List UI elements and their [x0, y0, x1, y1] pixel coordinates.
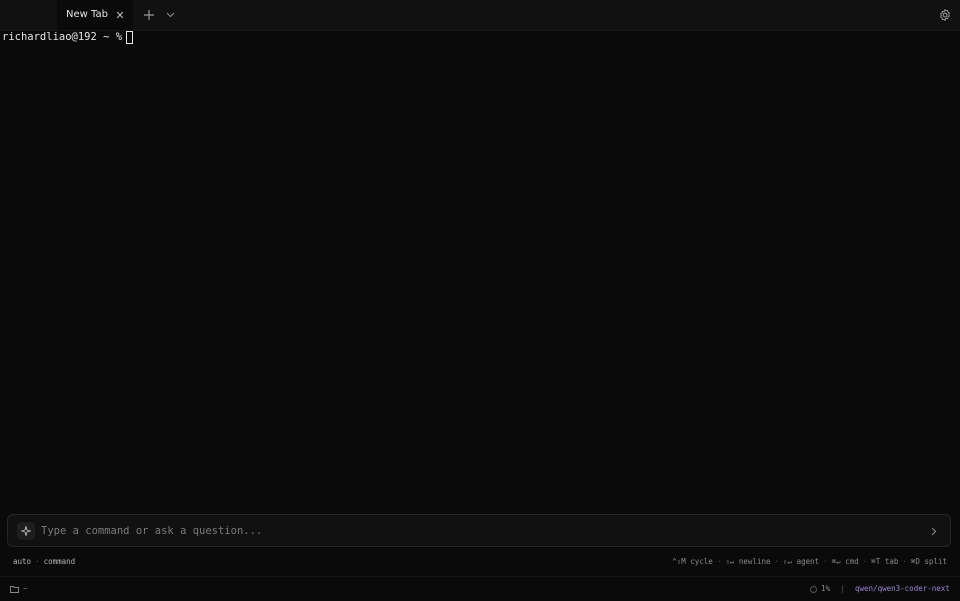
mode-separator: ·	[35, 557, 40, 566]
plus-icon[interactable]	[141, 6, 157, 24]
progress-ring-icon	[810, 585, 817, 593]
sparkle-icon[interactable]	[17, 522, 35, 540]
shortcut-hint: ⌘↵ cmd	[832, 556, 859, 568]
model-selector[interactable]: qwen/qwen3-coder-next	[855, 577, 950, 601]
shortcut-hint: ⇧↵ agent	[783, 556, 819, 568]
tab-new-tab[interactable]: New Tab ✕	[57, 0, 133, 30]
shortcut-keys: ⌘D	[910, 557, 920, 566]
shortcut-keys: ⌘T	[871, 557, 881, 566]
terminal-cursor	[126, 30, 134, 44]
shortcut-keys: ⇧↵	[725, 557, 735, 566]
shortcut-hint: ⇧↵ newline	[725, 556, 770, 568]
shortcut-label: cmd	[845, 557, 859, 566]
shortcut-label: split	[924, 557, 947, 566]
shortcut-label: cycle	[690, 557, 713, 566]
usage-value: 1%	[821, 584, 831, 593]
hint-row: auto · command ^⇧M cycle · ⇧↵ newline · ⇧↵ age…	[0, 556, 960, 568]
command-input-bar	[7, 514, 951, 547]
tab-title: New Tab	[66, 9, 108, 20]
command-input[interactable]	[41, 521, 911, 541]
tab-bar: New Tab ✕	[0, 0, 960, 31]
terminal-pane[interactable]: richardliao@192 ~ %	[0, 30, 960, 506]
chevron-right-icon[interactable]	[927, 523, 941, 539]
chevron-down-icon[interactable]	[163, 6, 177, 24]
hint-separator: ·	[716, 557, 722, 566]
hint-separator: ·	[902, 557, 907, 566]
shortcut-label: newline	[738, 557, 771, 566]
shortcut-keys: ⇧↵	[783, 557, 793, 566]
prompt-text: richardliao@192 ~ %	[2, 31, 123, 43]
hint-separator: ·	[823, 557, 828, 566]
shortcut-hint: ⌘D split	[911, 556, 947, 568]
shortcut-keys: ^⇧M	[672, 557, 686, 566]
status-bar: ~ 1% qwen/qwen3-coder-next	[0, 576, 960, 601]
shortcut-label: tab	[884, 557, 899, 566]
shortcut-hints: ^⇧M cycle · ⇧↵ newline · ⇧↵ agent · ⌘↵ cmd · ⌘T …	[672, 556, 947, 568]
shortcut-label: agent	[796, 557, 820, 566]
divider	[842, 585, 843, 593]
prompt-line: richardliao@192 ~ %	[2, 30, 134, 44]
cwd-label[interactable]: ~	[23, 577, 28, 601]
shortcut-hint: ^⇧M cycle	[672, 556, 713, 568]
hint-separator: ·	[862, 557, 868, 566]
mode-primary: auto	[13, 557, 32, 566]
shortcut-hint: ⌘T tab	[871, 556, 898, 568]
context-usage: 1%	[810, 577, 830, 601]
folder-icon	[10, 585, 20, 593]
mode-indicator[interactable]: auto · command	[13, 556, 75, 568]
shortcut-keys: ⌘↵	[831, 557, 841, 566]
close-icon[interactable]: ✕	[113, 7, 127, 23]
hint-separator: ·	[774, 557, 780, 566]
gear-icon[interactable]	[936, 6, 954, 24]
mode-secondary: command	[43, 557, 76, 566]
